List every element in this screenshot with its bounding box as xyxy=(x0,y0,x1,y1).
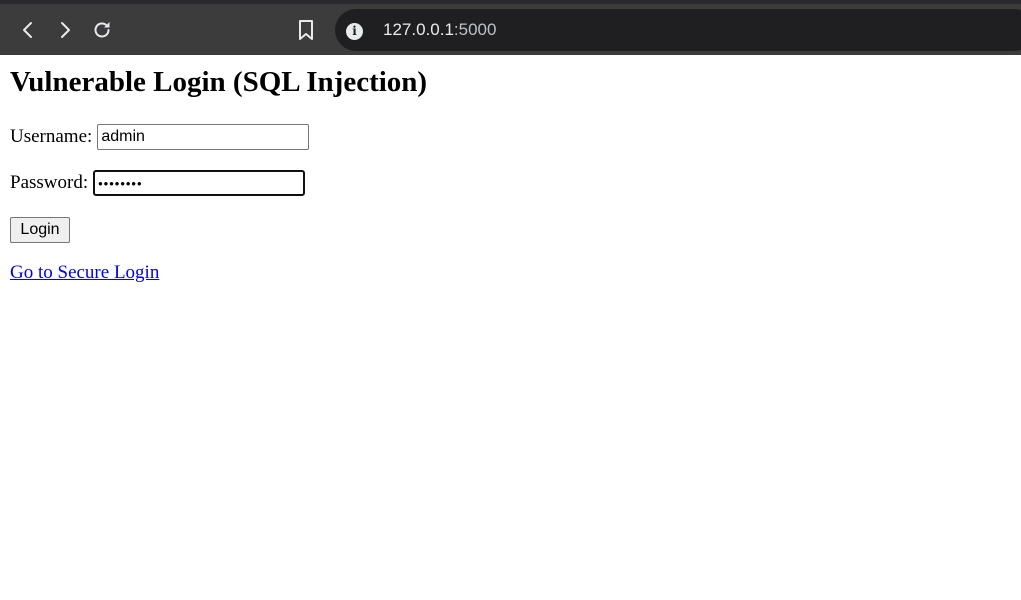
page-content: Vulnerable Login (SQL Injection) Usernam… xyxy=(0,55,1021,600)
login-button[interactable]: Login xyxy=(10,217,70,243)
password-label: Password: xyxy=(10,172,89,193)
url-text[interactable]: 127.0.0.1:5000 xyxy=(383,20,496,40)
page-title: Vulnerable Login (SQL Injection) xyxy=(10,66,428,98)
username-label: Username: xyxy=(10,126,93,147)
chevron-left-icon xyxy=(23,22,32,38)
browser-toolbar: i 127.0.0.1:5000 xyxy=(0,0,1021,55)
forward-button[interactable] xyxy=(48,13,82,47)
bookmark-icon xyxy=(299,20,313,40)
address-bar[interactable]: i 127.0.0.1:5000 xyxy=(335,9,1021,51)
password-row: Password: xyxy=(10,170,306,196)
username-row: Username: xyxy=(10,124,310,150)
password-input[interactable] xyxy=(93,170,306,196)
info-icon[interactable]: i xyxy=(346,23,363,40)
url-port: :5000 xyxy=(453,20,497,39)
username-input[interactable] xyxy=(97,124,310,150)
bookmark-button[interactable] xyxy=(289,13,323,47)
secure-login-link[interactable]: Go to Secure Login xyxy=(10,262,159,284)
reload-button[interactable] xyxy=(85,13,119,47)
back-button[interactable] xyxy=(11,13,45,47)
reload-icon xyxy=(94,22,110,38)
url-host: 127.0.0.1 xyxy=(383,20,454,39)
chevron-right-icon xyxy=(61,22,70,38)
